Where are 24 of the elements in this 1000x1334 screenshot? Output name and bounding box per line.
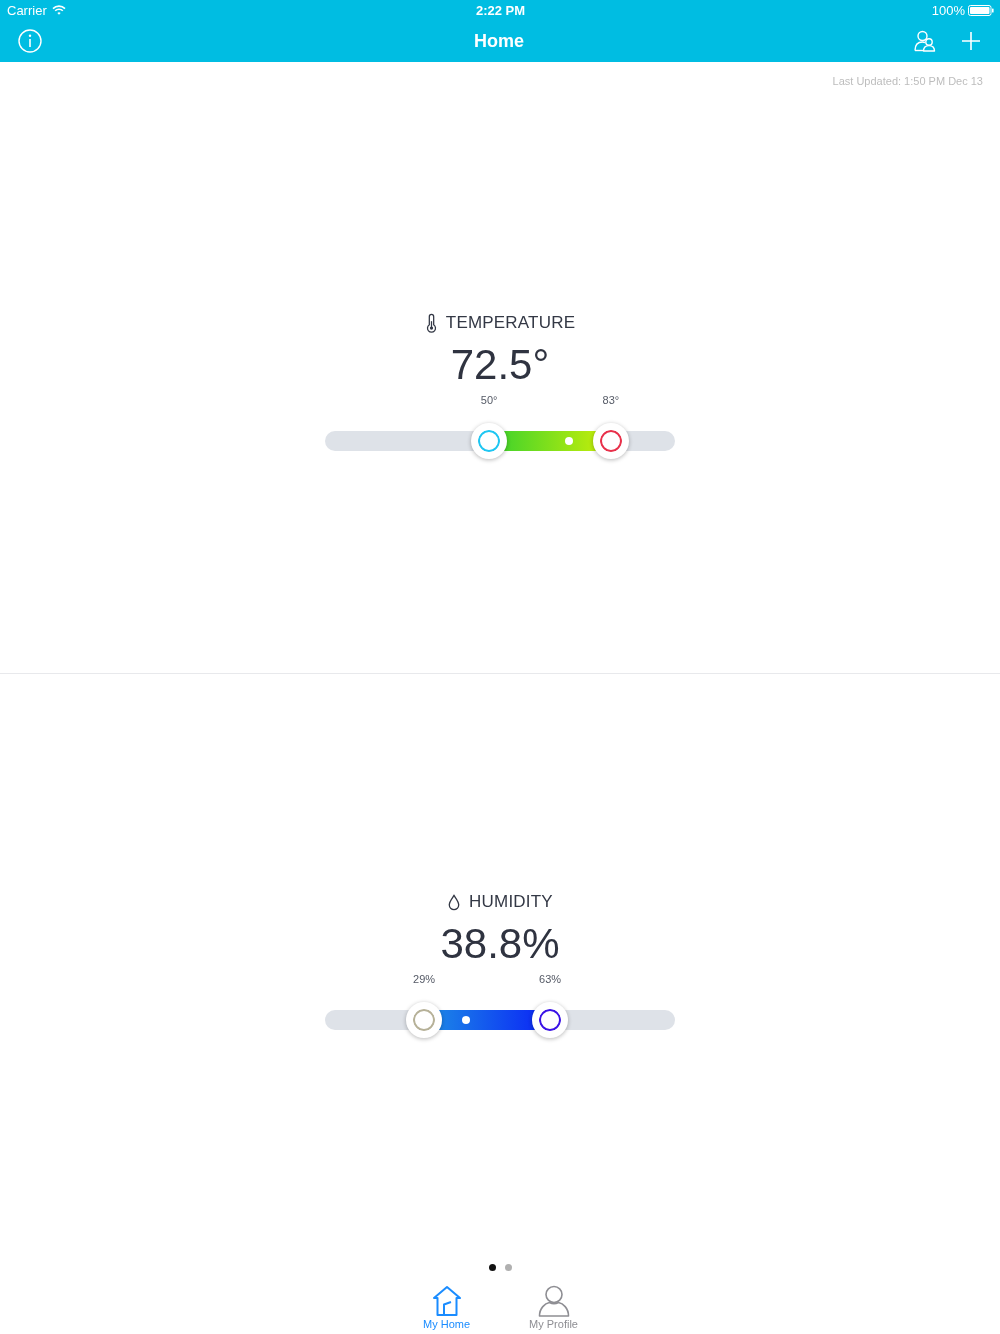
users-icon[interactable] — [914, 30, 936, 52]
tab-bar-item[interactable]: My Profile — [508, 1271, 599, 1331]
battery-icon — [968, 4, 994, 16]
carrier-text: Carrier — [7, 2, 47, 18]
info-icon[interactable] — [18, 29, 42, 53]
last-updated-text: Last Updated: 1:50 PM Dec 13 — [832, 74, 983, 89]
threshold-label: 50° — [480, 393, 498, 407]
threshold-label: 29% — [413, 972, 436, 986]
battery-percentage: 100% — [931, 2, 965, 18]
sensor-reading: 38.8% — [440, 920, 560, 968]
sensor-reading: 72.5° — [450, 341, 550, 389]
wifi-icon — [51, 5, 66, 15]
nav-title: Home — [474, 30, 524, 52]
threshold-label: 63% — [539, 972, 562, 986]
sensor-label: TEMPERATURE — [445, 313, 576, 333]
page-indicator-dot[interactable] — [504, 1264, 512, 1271]
threshold-label: 83° — [602, 393, 620, 407]
sensor-label: HUMIDITY — [469, 892, 553, 912]
thermometer-icon — [424, 313, 438, 333]
water-drop-icon — [447, 893, 462, 911]
plus-icon[interactable] — [962, 32, 980, 50]
tab-bar-item[interactable]: My Home — [401, 1271, 492, 1331]
status-time: 2:22 PM — [475, 2, 526, 18]
page-indicator-dot[interactable] — [488, 1264, 496, 1271]
